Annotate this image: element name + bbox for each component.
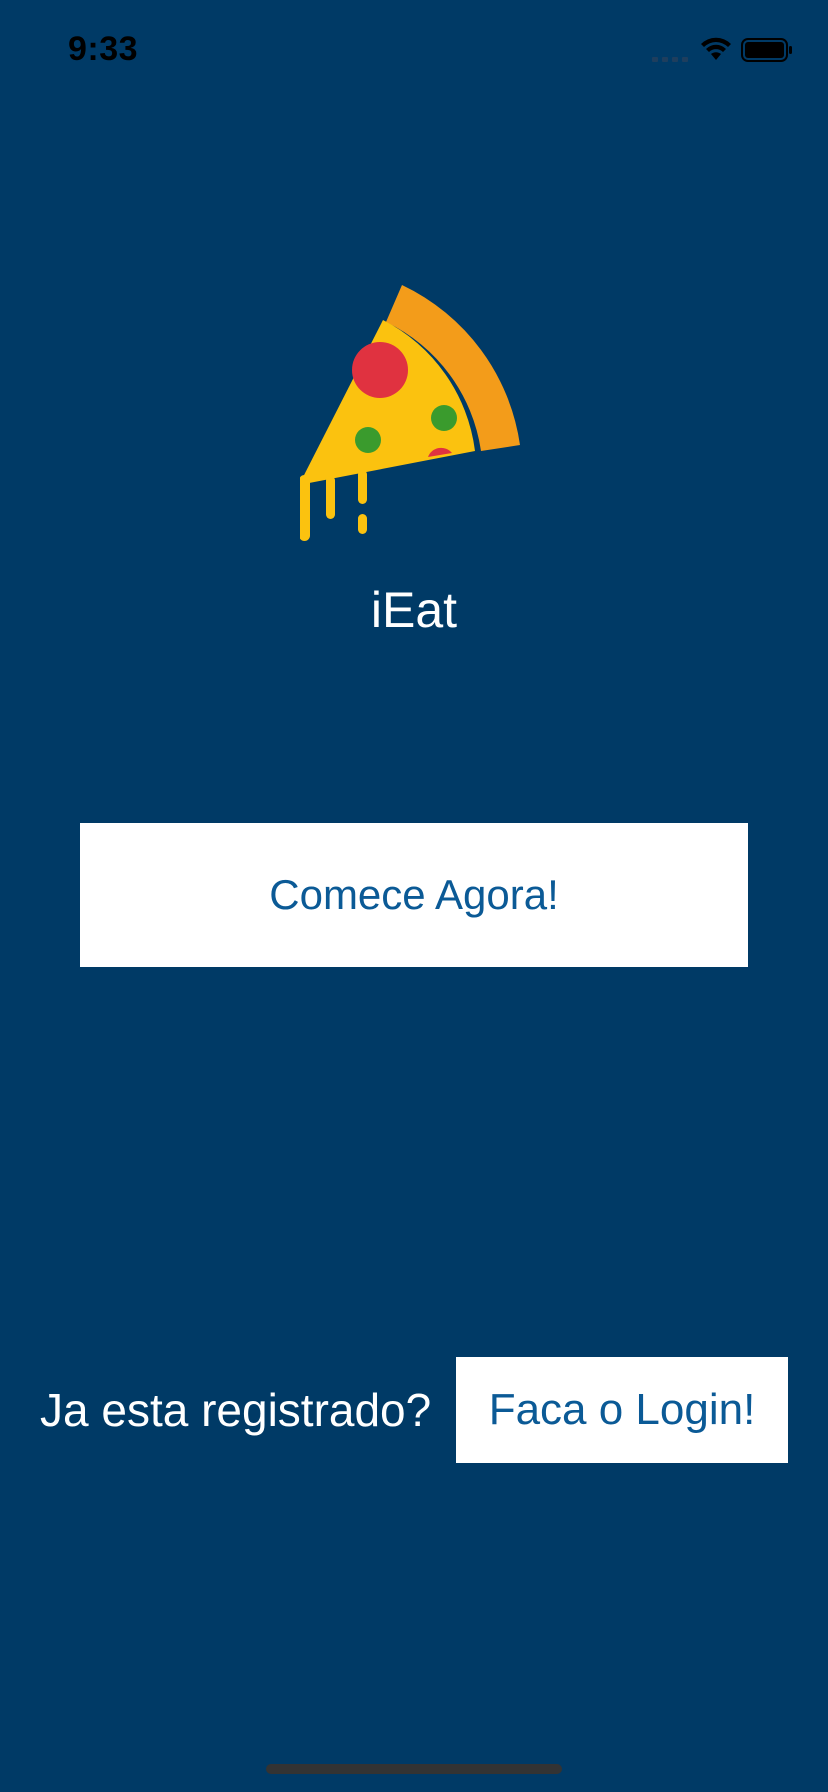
- already-registered-label: Ja esta registrado?: [40, 1384, 432, 1436]
- app-title: iEat: [370, 582, 458, 638]
- welcome-screen: 9:33 iEat Comece Agora! Ja esta registra…: [0, 0, 828, 1792]
- status-time: 9:33: [68, 30, 139, 68]
- pizza-slice-icon: [300, 285, 520, 541]
- wifi-icon: [701, 37, 731, 60]
- start-now-button[interactable]: Comece Agora!: [80, 823, 748, 967]
- home-indicator[interactable]: [266, 1764, 562, 1774]
- battery-icon: [741, 38, 792, 62]
- signal-icon: [652, 57, 688, 62]
- login-button[interactable]: Faca o Login!: [456, 1357, 788, 1463]
- status-bar: 9:33: [0, 0, 828, 100]
